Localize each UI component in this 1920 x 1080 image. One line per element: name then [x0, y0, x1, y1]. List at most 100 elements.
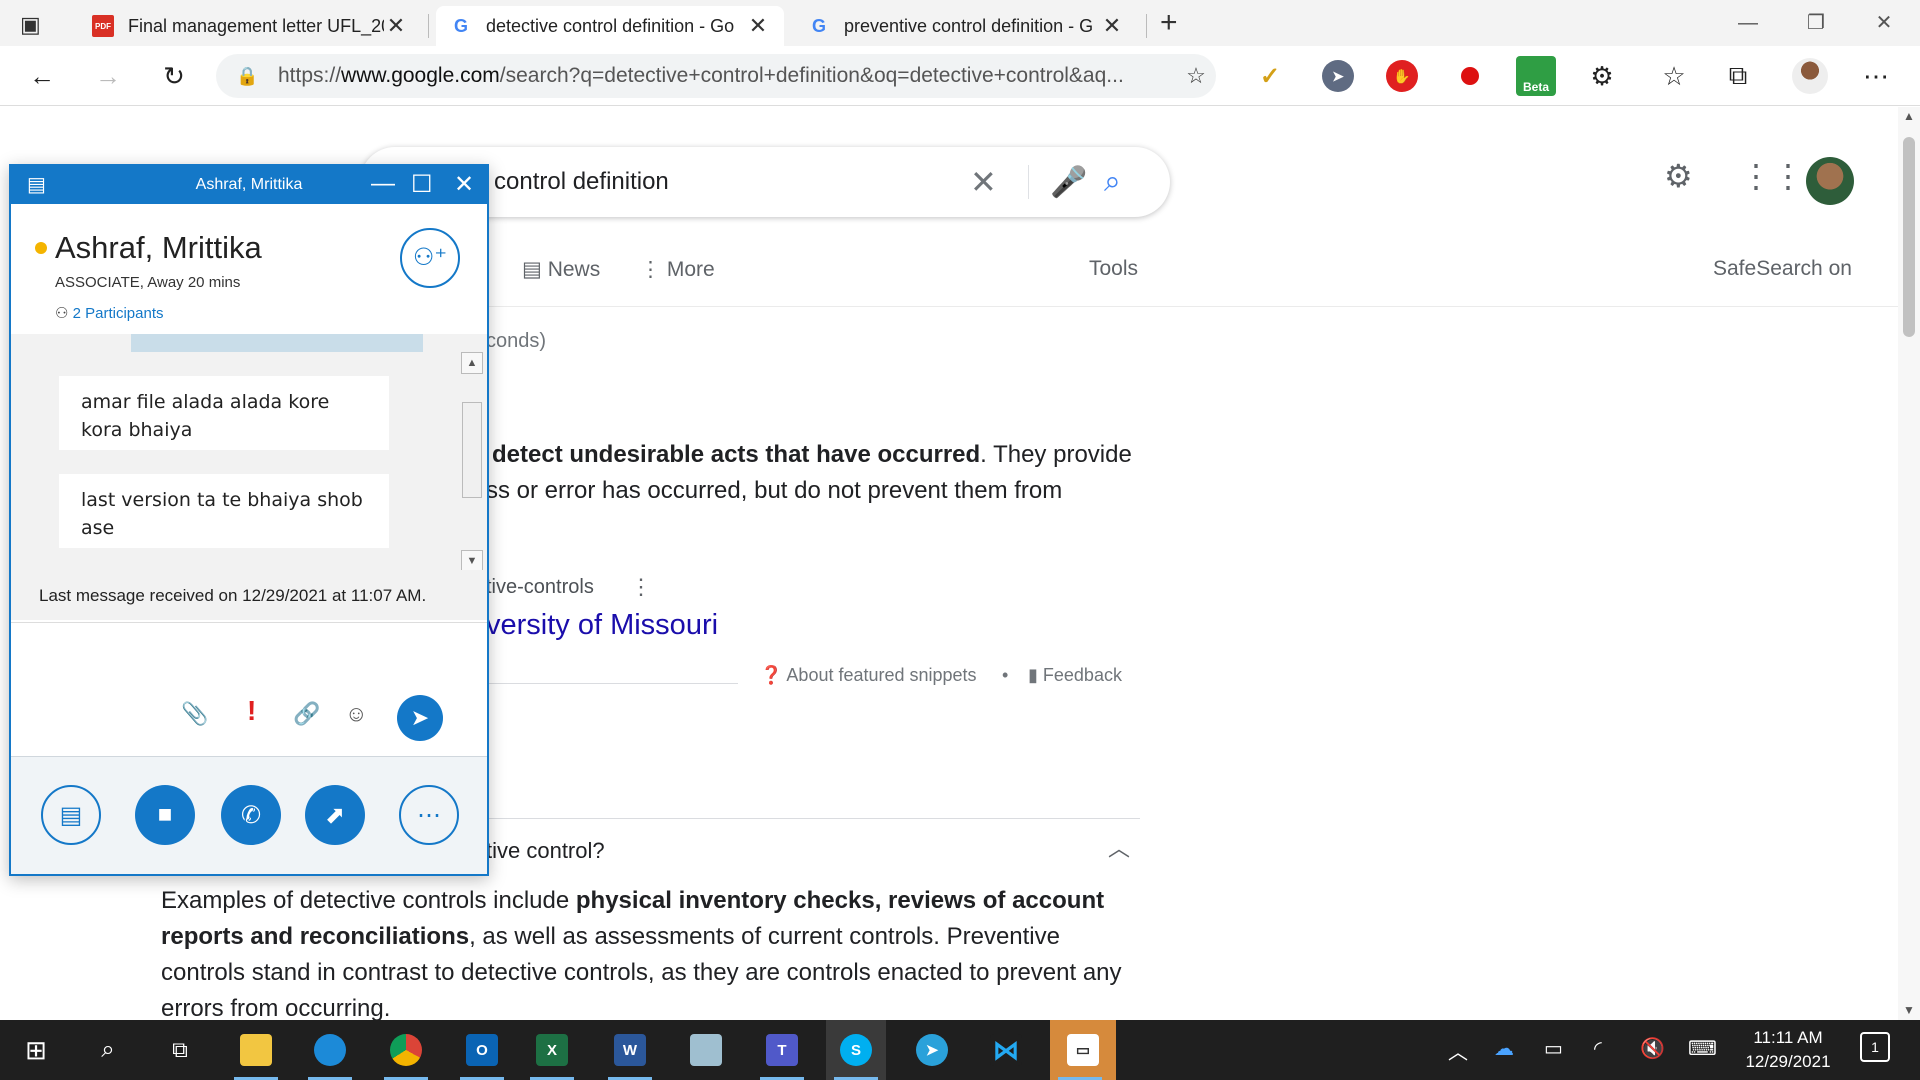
vscode-icon[interactable]: ⋈	[976, 1020, 1036, 1080]
page-scrollbar[interactable]: ▲ ▼	[1898, 107, 1920, 1020]
reload-icon[interactable]: ↻	[154, 56, 194, 96]
search-input[interactable]: control definition	[494, 168, 669, 196]
send-button[interactable]: ➤	[397, 695, 443, 741]
nav-divider	[360, 306, 1900, 307]
close-tab-icon[interactable]: ✕	[384, 13, 408, 39]
add-favorite-icon[interactable]: ☆	[1176, 63, 1216, 89]
share-screen-icon[interactable]: ⬈	[305, 785, 365, 845]
im-chat-icon[interactable]: ▤	[41, 785, 101, 845]
telegram-icon[interactable]: ➤	[902, 1020, 962, 1080]
google-account-avatar[interactable]	[1806, 157, 1854, 205]
battery-icon[interactable]: ▭	[1544, 1036, 1563, 1061]
microphone-icon[interactable]: 🎤	[1050, 165, 1087, 200]
paa-question[interactable]: tive control?	[486, 833, 605, 869]
address-url: https://www.google.com/search?q=detectiv…	[278, 64, 1124, 87]
about-snippets-link[interactable]: ❓ About featured snippets	[760, 657, 977, 693]
onedrive-icon[interactable]: ☁	[1494, 1036, 1514, 1061]
message-input-area[interactable]: 📎 ! 🔗 ☺ ➤	[11, 622, 487, 756]
system-clock[interactable]: 11:11 AM 12/29/2021	[1738, 1026, 1838, 1074]
tab-management-letter[interactable]: PDF Final management letter UFL_20 ✕	[78, 6, 422, 46]
cursor-extension-icon[interactable]: ➤	[1322, 60, 1354, 92]
clear-search-icon[interactable]: ✕	[970, 163, 997, 201]
tab-news[interactable]: ▤ News	[522, 257, 600, 282]
answer-line-2: reports and reconciliations, as well as …	[161, 923, 1060, 950]
video-call-icon[interactable]: ■	[135, 785, 195, 845]
conversation-scrollbar[interactable]: ▲ ▼	[461, 352, 483, 572]
norton-icon[interactable]: ✓	[1254, 60, 1286, 92]
feedback-link[interactable]: ▮ Feedback	[1028, 657, 1122, 693]
teams-icon[interactable]: T	[752, 1020, 812, 1080]
scrollbar-thumb[interactable]	[1903, 137, 1915, 337]
chat-title-bar: ▤ Ashraf, Mrittika — ☐ ✕	[11, 166, 487, 204]
profile-avatar-icon[interactable]	[1792, 58, 1828, 94]
show-hidden-icons-icon[interactable]: ︿	[1448, 1036, 1468, 1065]
add-participant-icon[interactable]: ⚇⁺	[400, 228, 460, 288]
notification-center-icon[interactable]: 1	[1860, 1032, 1890, 1062]
google-g-icon: G	[811, 15, 826, 36]
keyboard-icon[interactable]: ⌨	[1688, 1036, 1717, 1061]
remote-desktop-icon[interactable]: ▭	[1050, 1020, 1116, 1080]
scroll-down-icon[interactable]: ▼	[1898, 1003, 1920, 1017]
emoticon-icon[interactable]: ☺	[345, 701, 367, 727]
help-icon: ❓	[760, 665, 787, 685]
link-icon[interactable]: 🔗	[293, 701, 320, 727]
favorites-icon[interactable]: ☆	[1654, 56, 1694, 96]
back-icon[interactable]: ←	[22, 56, 62, 96]
high-importance-icon[interactable]: !	[247, 695, 256, 727]
close-window-icon[interactable]: ✕	[1854, 6, 1914, 40]
search-icon[interactable]: ⌕	[78, 1020, 138, 1080]
collections-icon[interactable]: ⧉	[1718, 56, 1758, 96]
outlook-icon[interactable]: O	[452, 1020, 512, 1080]
search-icon[interactable]: ⌕	[1104, 165, 1121, 199]
settings-gear-icon[interactable]: ⚙	[1664, 157, 1693, 195]
address-bar[interactable]: 🔒 https://www.google.com/search?q=detect…	[216, 54, 1216, 98]
maximize-icon[interactable]: ☐	[411, 170, 433, 199]
record-extension-icon[interactable]	[1454, 60, 1486, 92]
task-view-icon[interactable]: ⧉	[150, 1020, 210, 1080]
phone-call-icon[interactable]: ✆	[221, 785, 281, 845]
wifi-icon[interactable]: ◜	[1594, 1036, 1602, 1061]
lock-icon[interactable]: 🔒	[236, 66, 266, 87]
extensions-icon[interactable]: ⚙	[1582, 56, 1622, 96]
tab-actions-icon[interactable]: ▣	[20, 12, 41, 38]
beta-extension-icon[interactable]: Beta	[1516, 56, 1556, 96]
attach-file-icon[interactable]: 📎	[181, 701, 208, 727]
settings-more-icon[interactable]: ⋯	[1856, 56, 1896, 96]
volume-muted-icon[interactable]: 🔇	[1640, 1036, 1665, 1061]
tab-detective-control[interactable]: G detective control definition - Go ✕	[436, 6, 784, 46]
file-explorer-icon[interactable]	[226, 1020, 286, 1080]
tools-button[interactable]: Tools	[1089, 257, 1138, 281]
chevron-up-icon[interactable]: ︿	[1108, 831, 1130, 867]
scroll-up-icon[interactable]: ▲	[1898, 109, 1920, 123]
start-icon[interactable]: ⊞	[6, 1020, 66, 1080]
restore-icon[interactable]: ❐	[1786, 6, 1846, 40]
answer-line-4: errors from occurring.	[161, 995, 391, 1020]
scroll-up-icon[interactable]: ▲	[461, 352, 483, 374]
tab-preventive-control[interactable]: G preventive control definition - G ✕	[794, 6, 1138, 46]
close-tab-icon[interactable]: ✕	[1100, 13, 1124, 39]
adblock-icon[interactable]: ✋	[1386, 60, 1418, 92]
scroll-down-icon[interactable]: ▼	[461, 550, 483, 572]
result-stats: conds)	[486, 330, 547, 352]
safesearch-label[interactable]: SafeSearch on	[1713, 257, 1852, 281]
scrollbar-thumb[interactable]	[462, 402, 482, 498]
chrome-icon[interactable]	[376, 1020, 436, 1080]
tab-more[interactable]: ⋮ More	[640, 257, 715, 282]
word-icon[interactable]: W	[600, 1020, 660, 1080]
result-options-icon[interactable]: ⋮	[630, 569, 652, 605]
source-title-link[interactable]: versity of Missouri	[486, 607, 718, 643]
skype-icon[interactable]: S	[826, 1020, 886, 1080]
excel-icon[interactable]: X	[522, 1020, 582, 1080]
forward-icon[interactable]: →	[88, 56, 128, 96]
close-icon[interactable]: ✕	[454, 170, 474, 199]
browser-tab-strip: ▣ PDF Final management letter UFL_20 ✕ G…	[0, 0, 1920, 46]
minimize-icon[interactable]: —	[1718, 6, 1778, 40]
edge-icon[interactable]	[300, 1020, 360, 1080]
new-tab-button[interactable]: +	[1160, 6, 1178, 40]
close-tab-icon[interactable]: ✕	[746, 13, 770, 39]
more-options-icon[interactable]: ⋯	[399, 785, 459, 845]
minimize-icon[interactable]: —	[371, 170, 395, 198]
contact-status: ASSOCIATE, Away 20 mins	[55, 274, 241, 291]
notes-icon[interactable]	[676, 1020, 736, 1080]
participants-link[interactable]: ⚇ 2 Participants	[55, 304, 164, 322]
